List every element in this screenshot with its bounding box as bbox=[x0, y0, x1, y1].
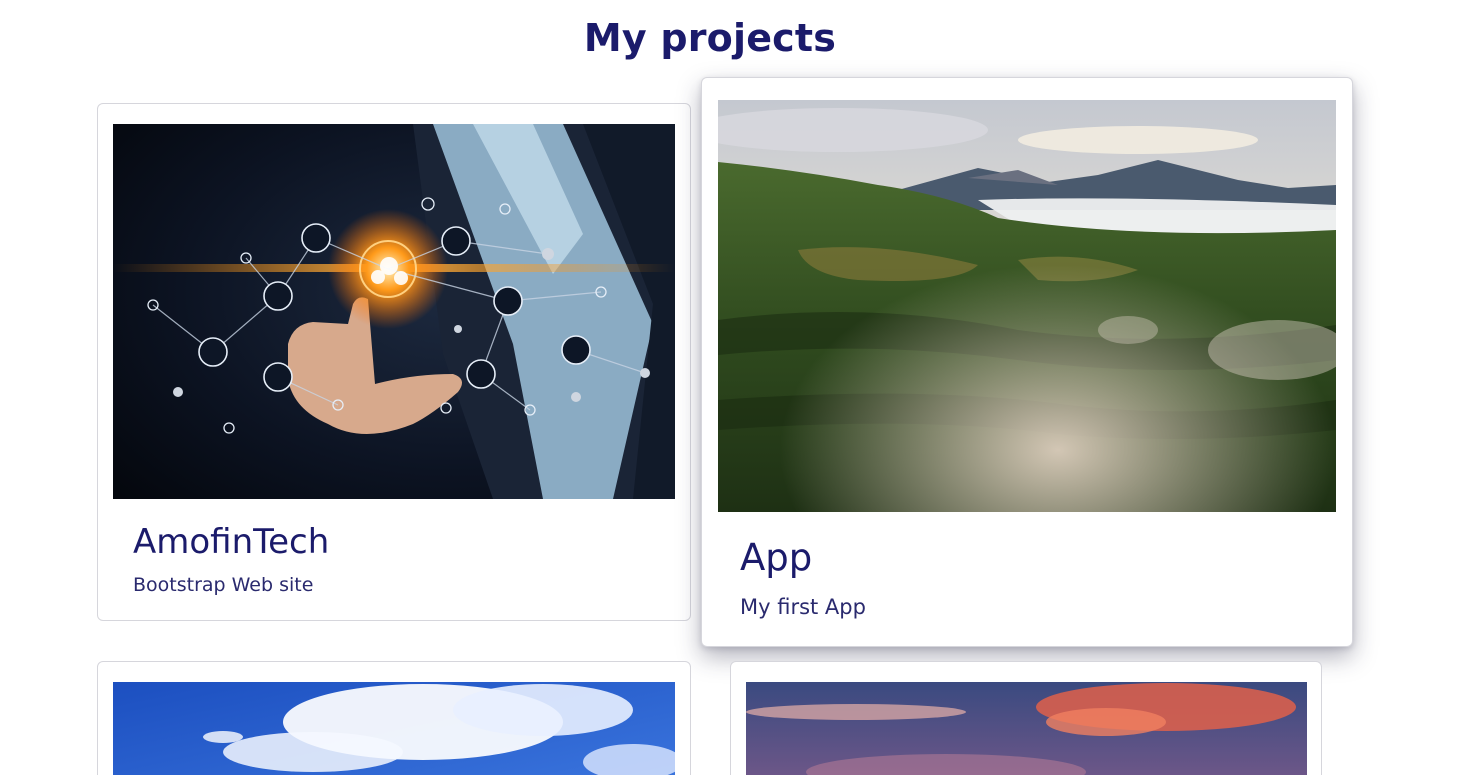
project-title: App bbox=[740, 536, 813, 579]
tech-network-image bbox=[113, 124, 675, 499]
sunset-sky-image bbox=[746, 682, 1307, 775]
project-description: My first App bbox=[740, 595, 866, 619]
mountain-forest-image bbox=[718, 100, 1336, 512]
project-description: Bootstrap Web site bbox=[133, 574, 314, 596]
project-card-3[interactable] bbox=[97, 661, 691, 775]
project-card-4[interactable] bbox=[730, 661, 1322, 775]
project-card-amofintech[interactable]: AmofinTech Bootstrap Web site bbox=[97, 103, 691, 621]
page-title: My projects bbox=[583, 16, 837, 60]
blue-sky-clouds-image bbox=[113, 682, 675, 775]
project-title: AmofinTech bbox=[133, 522, 330, 562]
project-card-app[interactable]: App My first App bbox=[701, 77, 1353, 647]
